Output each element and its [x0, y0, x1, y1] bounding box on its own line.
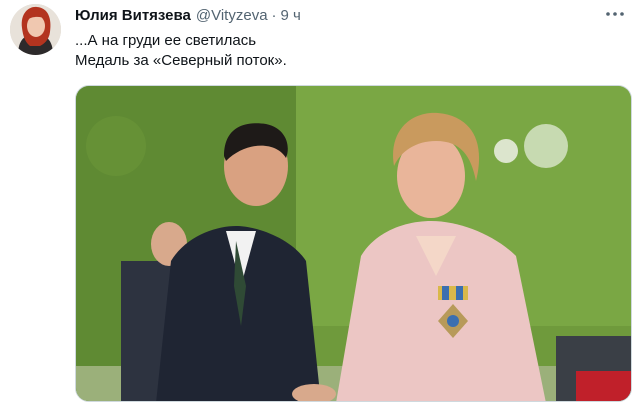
- tweet-text: ...А на груди ее светилась Медаль за «Се…: [75, 31, 287, 71]
- more-horizontal-icon[interactable]: [604, 4, 626, 24]
- author-handle[interactable]: @Vityzeva: [196, 7, 268, 24]
- avatar[interactable]: [10, 4, 61, 55]
- tweet-photo[interactable]: [75, 85, 632, 402]
- tweet-header: Юлия Витязева @Vityzeva · 9 ч: [75, 5, 301, 25]
- photo-illustration: [76, 86, 631, 401]
- tweet-time[interactable]: 9 ч: [281, 7, 301, 24]
- avatar-image: [10, 4, 61, 55]
- author-name[interactable]: Юлия Витязева: [75, 7, 191, 24]
- tweet-text-line-1: ...А на груди ее светилась: [75, 32, 257, 49]
- separator-dot: ·: [271, 6, 277, 24]
- tweet-text-line-2: Медаль за «Северный поток».: [75, 52, 287, 69]
- tweet[interactable]: Юлия Витязева @Vityzeva · 9 ч ...А на гр…: [0, 0, 640, 415]
